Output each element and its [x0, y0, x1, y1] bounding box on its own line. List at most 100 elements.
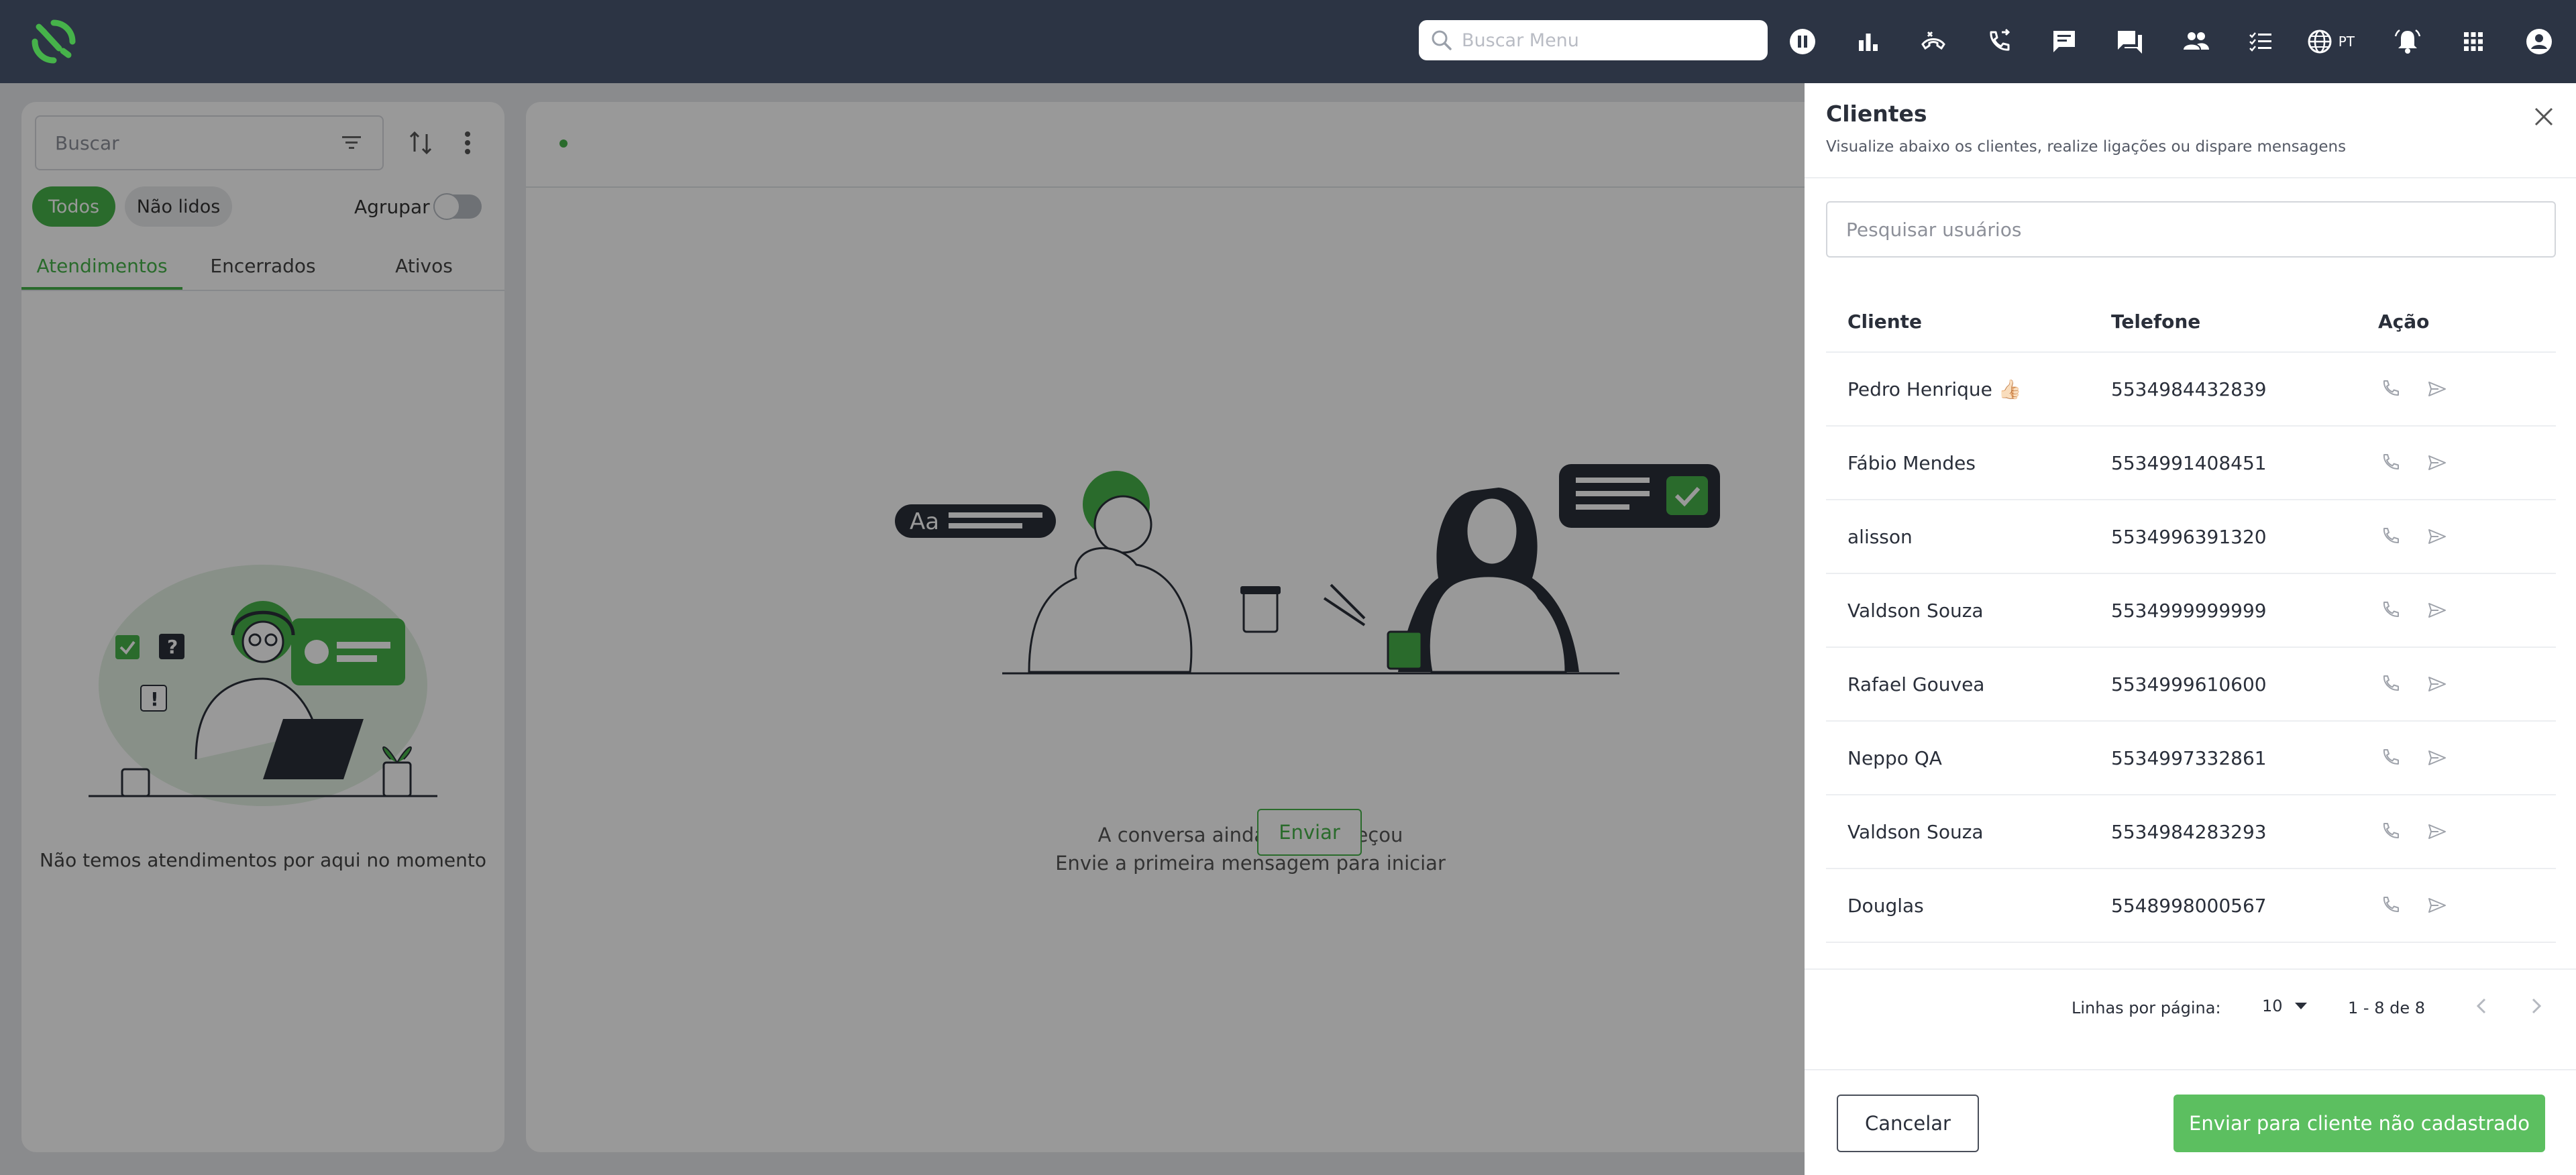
table-row: Rafael Gouvea 5534999610600 [1826, 648, 2556, 722]
phone-icon[interactable] [2378, 893, 2402, 917]
client-phone: 5534997332861 [2111, 746, 2267, 769]
language-code: PT [2338, 34, 2355, 50]
client-phone: 5534991408451 [2111, 451, 2267, 474]
pagination-range: 1 - 8 de 8 [2348, 999, 2425, 1017]
language-selector[interactable]: PT [2305, 20, 2364, 63]
apps-icon [2463, 32, 2483, 51]
send-icon[interactable] [2425, 820, 2449, 844]
users-button[interactable] [2174, 20, 2217, 63]
row-actions [2378, 672, 2556, 696]
column-action: Ação [2378, 310, 2430, 333]
top-toolbar: PT [1781, 20, 2576, 63]
client-name: Valdson Souza [1847, 599, 1984, 622]
call-end-button[interactable] [1912, 20, 1955, 63]
menu-search-input[interactable] [1462, 30, 1757, 51]
clients-table: Cliente Telefone Ação Pedro Henrique 👍🏻 5… [1826, 291, 2556, 943]
row-actions [2378, 451, 2556, 475]
table-row: Pedro Henrique 👍🏻 5534984432839 [1826, 353, 2556, 427]
call-end-icon [1921, 31, 1946, 50]
forum-button[interactable] [2108, 20, 2151, 63]
client-phone: 5534996391320 [2111, 525, 2267, 548]
pause-button[interactable] [1781, 20, 1824, 63]
send-icon[interactable] [2425, 598, 2449, 622]
footer-divider [1805, 1069, 2576, 1070]
cancel-button[interactable]: Cancelar [1837, 1095, 1979, 1152]
notifications-button[interactable] [2386, 20, 2429, 63]
phone-icon[interactable] [2378, 746, 2402, 770]
send-icon[interactable] [2425, 672, 2449, 696]
send-icon[interactable] [2425, 893, 2449, 917]
rows-per-page-value: 10 [2262, 997, 2283, 1015]
send-icon[interactable] [2425, 746, 2449, 770]
caret-down-icon [2294, 1003, 2307, 1009]
table-row: Neppo QA 5534997332861 [1826, 722, 2556, 795]
row-actions [2378, 598, 2556, 622]
client-phone: 5534999999999 [2111, 599, 2267, 622]
apps-button[interactable] [2452, 20, 2495, 63]
client-phone: 5548998000567 [2111, 894, 2267, 917]
rows-per-page-select[interactable]: 10 [2262, 997, 2310, 1015]
phone-icon[interactable] [2378, 820, 2402, 844]
drawer-title: Clientes [1826, 101, 1927, 127]
phone-icon[interactable] [2378, 598, 2402, 622]
messages-button[interactable] [2043, 20, 2086, 63]
phone-icon[interactable] [2378, 524, 2402, 549]
app-logo-icon[interactable] [30, 17, 78, 66]
client-phone: 5534984283293 [2111, 820, 2267, 843]
table-row: alisson 5534996391320 [1826, 500, 2556, 574]
table-row: Valdson Souza 5534984283293 [1826, 795, 2556, 869]
client-phone: 5534999610600 [2111, 673, 2267, 695]
table-row: Fábio Mendes 5534991408451 [1826, 427, 2556, 500]
send-unregistered-client-button[interactable]: Enviar para cliente não cadastrado [2174, 1095, 2545, 1152]
client-search-input[interactable] [1826, 201, 2556, 258]
client-name: Pedro Henrique 👍🏻 [1847, 378, 2022, 400]
top-bar: PT [0, 0, 2576, 83]
client-name: Rafael Gouvea [1847, 673, 1985, 695]
row-actions [2378, 524, 2556, 549]
phone-forward-icon [1990, 28, 2010, 51]
phone-icon[interactable] [2378, 451, 2402, 475]
client-name: Valdson Souza [1847, 820, 1984, 843]
chevron-left-icon[interactable] [2469, 993, 2496, 1019]
drawer-divider [1805, 177, 2576, 178]
phone-forward-button[interactable] [1978, 20, 2021, 63]
client-phone: 5534984432839 [2111, 378, 2267, 400]
client-name: alisson [1847, 525, 1913, 548]
search-icon [1432, 30, 1452, 50]
drawer-subtitle: Visualize abaixo os clientes, realize li… [1826, 138, 2347, 156]
list-icon [2249, 32, 2272, 52]
chart-icon [1858, 34, 1878, 51]
phone-icon[interactable] [2378, 377, 2402, 401]
account-icon [2526, 29, 2552, 54]
queue-list-button[interactable] [2239, 20, 2282, 63]
people-icon [2183, 32, 2209, 50]
row-actions [2378, 746, 2556, 770]
pause-icon [1790, 29, 1815, 54]
client-name: Fábio Mendes [1847, 451, 1976, 474]
modal-backdrop[interactable] [0, 83, 1805, 1175]
pagination-divider [1805, 968, 2576, 970]
send-icon[interactable] [2425, 451, 2449, 475]
account-button[interactable] [2518, 20, 2561, 63]
phone-icon[interactable] [2378, 672, 2402, 696]
clients-drawer: Clientes Visualize abaixo os clientes, r… [1805, 83, 2576, 1175]
row-actions [2378, 377, 2556, 401]
menu-search[interactable] [1419, 20, 1768, 60]
row-actions [2378, 820, 2556, 844]
close-icon[interactable] [2529, 102, 2559, 131]
table-row: Douglas 5548998000567 [1826, 869, 2556, 943]
send-icon[interactable] [2425, 524, 2449, 549]
column-phone: Telefone [2111, 310, 2201, 333]
forum-icon [2117, 31, 2142, 54]
send-icon[interactable] [2425, 377, 2449, 401]
rows-per-page-label: Linhas por página: [2072, 999, 2221, 1017]
message-icon [2053, 31, 2076, 52]
row-actions [2378, 893, 2556, 917]
bell-icon [2395, 29, 2421, 54]
table-header: Cliente Telefone Ação [1826, 291, 2556, 353]
reports-button[interactable] [1847, 20, 1890, 63]
chevron-right-icon[interactable] [2522, 993, 2549, 1019]
client-name: Neppo QA [1847, 746, 1942, 769]
client-name: Douglas [1847, 894, 1924, 917]
column-client: Cliente [1847, 310, 1923, 333]
